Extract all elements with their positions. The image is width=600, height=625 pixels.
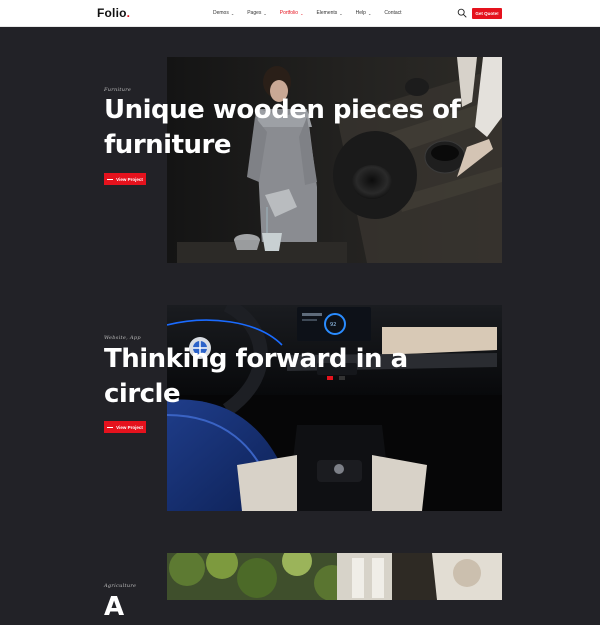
- project-title-line1: A: [104, 592, 124, 622]
- project-title-line1: Unique wooden pieces of: [104, 95, 461, 125]
- logo-dot: .: [126, 6, 131, 20]
- dash-icon: [107, 426, 114, 428]
- svg-text:92: 92: [330, 322, 336, 328]
- chevron-down-icon: ⌄: [367, 10, 372, 16]
- view-project-label: View Project: [116, 176, 143, 182]
- nav-label: Demos: [213, 10, 229, 16]
- chevron-down-icon: ⌄: [339, 10, 343, 16]
- project-title[interactable]: Unique wooden pieces of furniture: [104, 93, 484, 163]
- nav-item-demos[interactable]: Demos ⌄: [213, 10, 234, 16]
- project-title[interactable]: A: [104, 590, 484, 625]
- chevron-down-icon: ⌄: [300, 10, 304, 16]
- nav-item-contact[interactable]: Contact: [384, 10, 401, 16]
- nav-item-elements[interactable]: Elements ⌄: [316, 10, 342, 16]
- view-project-button[interactable]: View Project: [104, 173, 146, 185]
- project-title-line1: Thinking forward in a: [104, 344, 408, 374]
- nav-label: Portfolio: [279, 10, 299, 16]
- get-quote-label: Get Quote!: [475, 11, 499, 16]
- main-nav: Demos ⌄ Pages ⌄ Portfolio ⌄ Elements ⌄ Help ⌄…: [213, 10, 415, 16]
- project-category: Agriculture: [104, 583, 137, 589]
- project-category: Website, App: [104, 335, 141, 341]
- project-title-line2: circle: [104, 379, 181, 409]
- nav-label: Contact: [384, 10, 402, 16]
- dash-icon: [107, 178, 114, 180]
- logo-text: Folio: [97, 6, 127, 20]
- nav-item-help[interactable]: Help ⌄: [356, 10, 372, 16]
- site-header: Folio. Demos ⌄ Pages ⌄ Portfolio ⌄ Elements…: [0, 0, 600, 27]
- chevron-down-icon: ⌄: [230, 10, 235, 16]
- nav-label: Help: [355, 10, 366, 16]
- nav-label: Pages: [247, 10, 262, 16]
- view-project-button[interactable]: View Project: [104, 421, 146, 433]
- get-quote-button[interactable]: Get Quote!: [472, 8, 502, 19]
- nav-item-portfolio[interactable]: Portfolio ⌄: [280, 10, 304, 16]
- nav-label: Elements: [316, 10, 338, 16]
- chevron-down-icon: ⌄: [263, 10, 267, 16]
- search-icon[interactable]: [457, 8, 467, 18]
- nav-item-pages[interactable]: Pages ⌄: [247, 10, 267, 16]
- view-project-label: View Project: [116, 424, 143, 430]
- project-title-line2: furniture: [104, 130, 231, 160]
- site-logo[interactable]: Folio.: [97, 6, 130, 20]
- project-title[interactable]: Thinking forward in a circle: [104, 342, 484, 412]
